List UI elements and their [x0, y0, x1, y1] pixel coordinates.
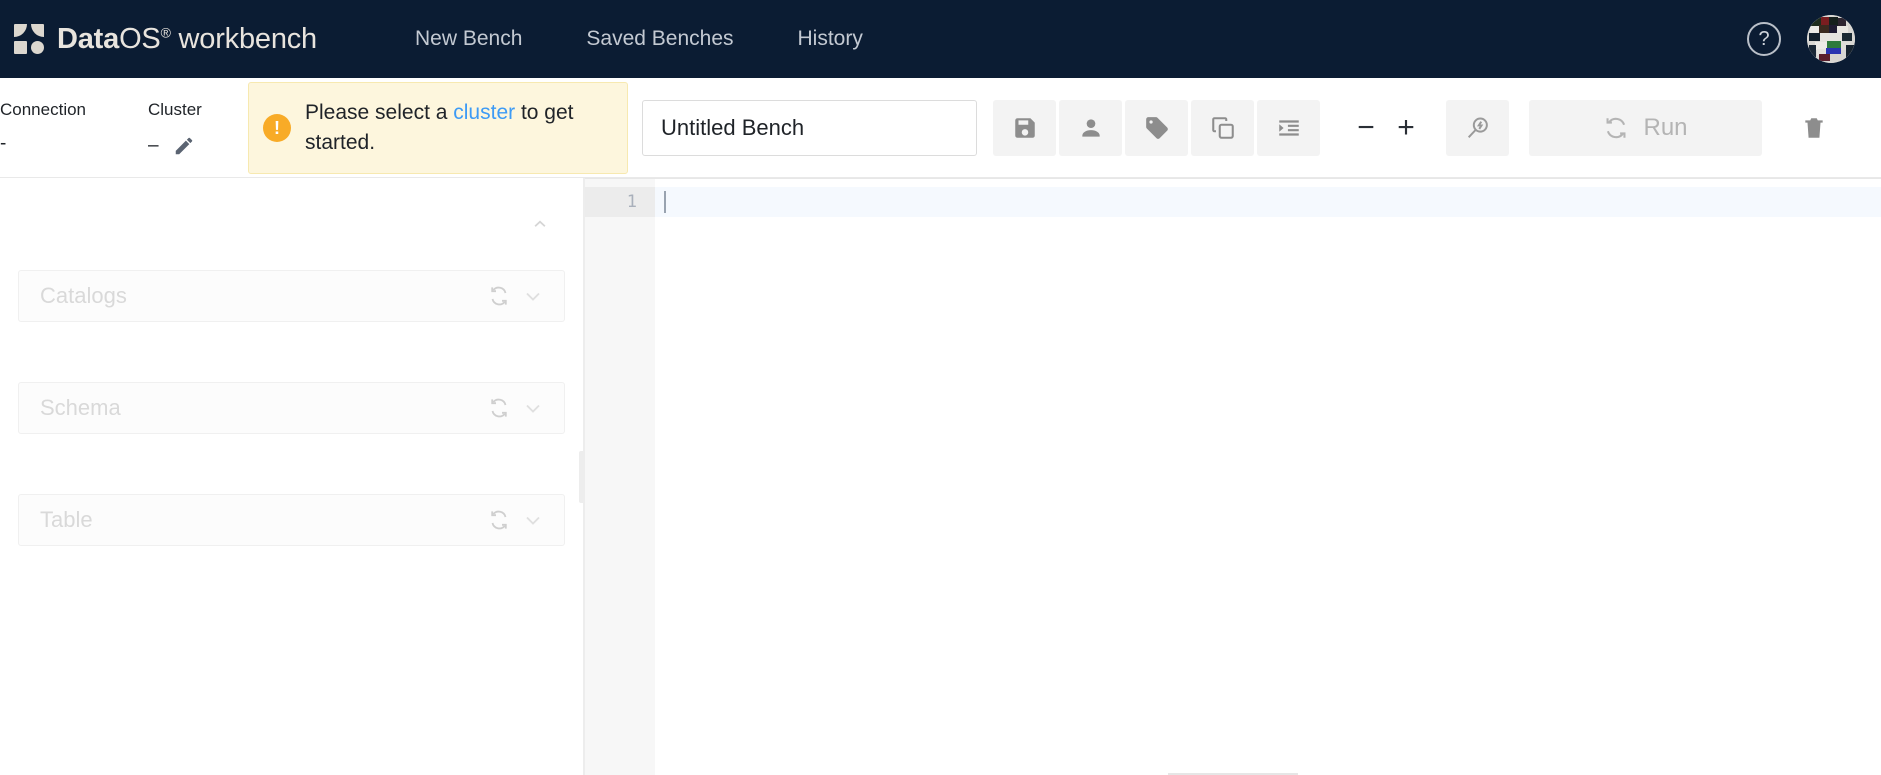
pencil-icon[interactable] [173, 135, 195, 157]
format-indent-button[interactable] [1257, 99, 1320, 156]
run-button[interactable]: Run [1529, 99, 1762, 156]
table-select[interactable]: Table [18, 494, 565, 546]
text-caret [664, 191, 666, 213]
chevron-up-icon[interactable] [525, 209, 555, 239]
workspace: Catalogs Schema Table 1 [0, 178, 1881, 775]
warning-exclamation-icon: ! [263, 113, 291, 142]
schema-select-placeholder: Schema [40, 395, 121, 420]
explorer-sidebar: Catalogs Schema Table [0, 178, 583, 775]
question-mark-icon[interactable]: ? [1747, 22, 1781, 56]
topbar-right-group: ? [1747, 15, 1855, 63]
catalogs-refresh-icon[interactable] [482, 279, 516, 313]
sql-editor-area: 1 [585, 178, 1881, 775]
connection-value-row: - [0, 133, 148, 154]
copy-button[interactable] [1191, 99, 1254, 156]
schema-chevron-down-icon[interactable] [516, 391, 550, 425]
delete-bench-button[interactable] [1792, 106, 1836, 150]
catalogs-chevron-down-icon[interactable] [516, 279, 550, 313]
connection-label: Connection [0, 100, 87, 119]
cluster-value-row: – [148, 135, 244, 157]
catalogs-select[interactable]: Catalogs [18, 270, 565, 322]
brand-light: OS [119, 22, 161, 55]
alert-text-before: Please select a [305, 100, 454, 124]
alert-message: Please select a cluster to get started. [305, 98, 611, 158]
explain-query-button[interactable] [1446, 99, 1509, 156]
table-chevron-down-icon[interactable] [516, 503, 550, 537]
brand-logo[interactable]: DataOS® workbench [14, 23, 317, 56]
cluster-value: – [148, 135, 159, 156]
connection-value: - [0, 133, 7, 154]
schema-select[interactable]: Schema [18, 382, 565, 434]
bench-toolbar: Connection - Cluster – ! Please select a… [0, 78, 1881, 178]
nav-saved-benches[interactable]: Saved Benches [554, 0, 765, 78]
brand-strong: Data [57, 22, 120, 55]
connection-block: Connection - [0, 98, 148, 153]
connection-cluster-group: Connection - Cluster – [0, 98, 244, 157]
run-button-label: Run [1643, 113, 1688, 141]
cluster-label: Cluster [148, 100, 202, 119]
bench-action-buttons [993, 99, 1320, 156]
dataos-logo-icon [14, 24, 44, 54]
active-line-highlight [655, 187, 1881, 217]
sidebar-collapse-row [18, 178, 565, 270]
tag-button[interactable] [1125, 99, 1188, 156]
share-user-button[interactable] [1059, 99, 1122, 156]
cluster-block: Cluster – [148, 98, 244, 157]
bench-title-input[interactable] [642, 99, 977, 156]
catalogs-select-placeholder: Catalogs [40, 283, 127, 308]
zoom-out-button[interactable]: − [1346, 106, 1386, 150]
user-avatar-icon[interactable] [1807, 15, 1855, 63]
alert-cluster-link[interactable]: cluster [453, 101, 515, 124]
editor-code-pane[interactable] [655, 179, 1881, 775]
line-number: 1 [585, 187, 655, 217]
font-zoom-controls: − + [1346, 106, 1426, 150]
editor-line-number-gutter: 1 [585, 179, 655, 775]
zoom-in-button[interactable]: + [1386, 106, 1426, 150]
brand-title: DataOS® workbench [57, 23, 317, 56]
brand-suffix: workbench [178, 22, 318, 55]
save-button[interactable] [993, 99, 1056, 156]
top-navigation-bar: DataOS® workbench New Bench Saved Benche… [0, 0, 1881, 78]
main-nav: New Bench Saved Benches History [383, 0, 895, 78]
table-select-placeholder: Table [40, 507, 93, 532]
table-refresh-icon[interactable] [482, 503, 516, 537]
nav-new-bench[interactable]: New Bench [383, 0, 554, 78]
select-cluster-alert: ! Please select a cluster to get started… [248, 81, 628, 174]
schema-refresh-icon[interactable] [482, 391, 516, 425]
editor-body: 1 [585, 179, 1881, 775]
nav-history[interactable]: History [766, 0, 895, 78]
brand-registered-mark: ® [160, 23, 171, 40]
